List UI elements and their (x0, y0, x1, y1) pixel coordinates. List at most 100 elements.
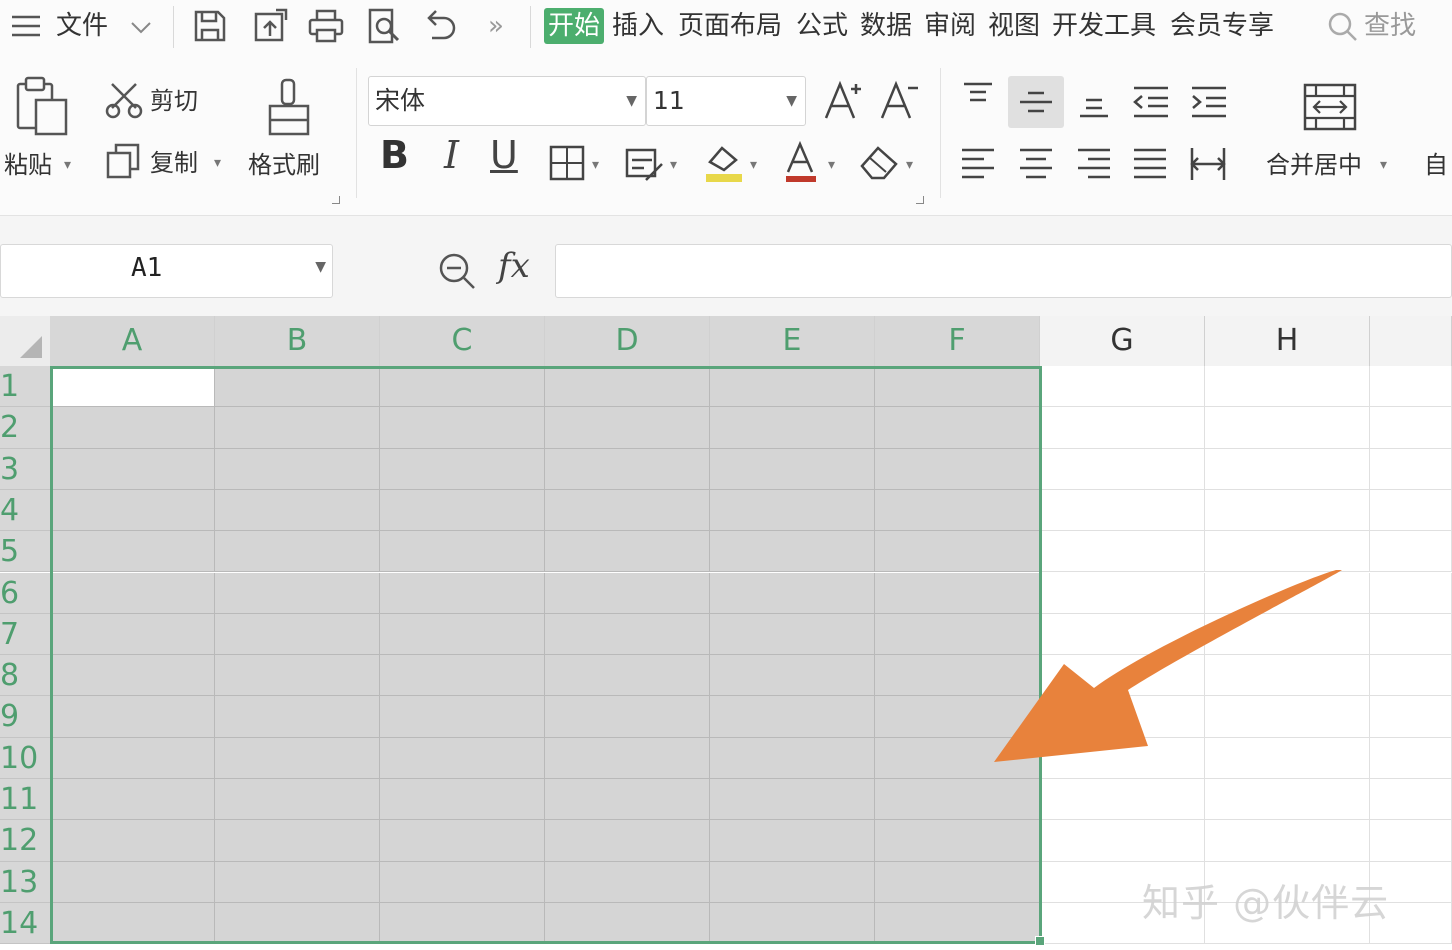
row-header-8[interactable]: 8 (0, 655, 50, 697)
cell-a13[interactable] (50, 861, 215, 903)
cell-c2[interactable] (380, 407, 545, 449)
merge-center-button[interactable]: 合并居中 (1266, 150, 1362, 180)
row-header-11[interactable]: 11 (0, 779, 50, 821)
menu-icon[interactable] (8, 8, 44, 44)
row-header-9[interactable]: 9 (0, 696, 50, 738)
cell-d5[interactable] (545, 531, 710, 573)
cell-d7[interactable] (545, 613, 710, 656)
row-header-7[interactable]: 7 (0, 613, 50, 656)
cell-a4[interactable] (50, 489, 215, 532)
column-header-a[interactable]: A (50, 316, 215, 366)
cell-b12[interactable] (215, 820, 380, 862)
cell-g11[interactable] (1040, 779, 1205, 821)
fx-icon[interactable]: fx (498, 246, 530, 286)
cell-h11[interactable] (1205, 779, 1370, 821)
cell-e2[interactable] (710, 407, 875, 449)
align-top-icon[interactable] (958, 80, 998, 110)
cell-e3[interactable] (710, 448, 875, 490)
cell-a2[interactable] (50, 407, 215, 449)
cell-f12[interactable] (875, 820, 1040, 862)
cell-f9[interactable] (875, 696, 1040, 738)
cell-b8[interactable] (215, 655, 380, 697)
cell-h7[interactable] (1205, 613, 1370, 656)
eraser-icon[interactable] (858, 142, 902, 182)
cell-c4[interactable] (380, 489, 545, 532)
cell-c10[interactable] (380, 737, 545, 779)
cell-c9[interactable] (380, 696, 545, 738)
chevron-down-icon[interactable]: ▾ (750, 150, 757, 180)
increase-font-icon[interactable] (822, 78, 866, 122)
print-preview-icon[interactable] (364, 6, 404, 46)
export-icon[interactable] (250, 6, 290, 46)
italic-button[interactable]: I (444, 136, 459, 174)
cell-c11[interactable] (380, 779, 545, 821)
cell-b9[interactable] (215, 696, 380, 738)
paste-button[interactable]: 粘贴 (4, 150, 52, 180)
font-color-icon[interactable] (782, 140, 822, 184)
chevron-down-icon[interactable] (126, 12, 156, 42)
fill-color-icon[interactable] (702, 140, 746, 184)
chevron-down-icon[interactable]: ▼ (626, 77, 637, 125)
column-header-e[interactable]: E (710, 316, 875, 366)
cell-d6[interactable] (545, 572, 710, 614)
align-bottom-icon[interactable] (1074, 90, 1114, 120)
cell-e5[interactable] (710, 531, 875, 573)
cell-b6[interactable] (215, 572, 380, 614)
row-header-1[interactable]: 1 (0, 366, 50, 408)
cell-next7[interactable] (1370, 613, 1452, 656)
cell-e14[interactable] (710, 902, 875, 945)
tab-member[interactable]: 会员专享 (1170, 8, 1274, 44)
cell-a12[interactable] (50, 820, 215, 862)
chevron-down-icon[interactable]: ▾ (828, 150, 835, 180)
dialog-launcher-icon[interactable] (332, 196, 340, 204)
cell-d11[interactable] (545, 779, 710, 821)
cell-b10[interactable] (215, 737, 380, 779)
cell-f8[interactable] (875, 655, 1040, 697)
cell-c6[interactable] (380, 572, 545, 614)
cell-a3[interactable] (50, 448, 215, 490)
cell-e10[interactable] (710, 737, 875, 779)
cell-d1[interactable] (545, 366, 710, 408)
scissors-icon[interactable] (104, 80, 144, 120)
column-header-next[interactable] (1370, 316, 1452, 366)
decrease-font-icon[interactable] (878, 78, 922, 122)
cell-b13[interactable] (215, 861, 380, 903)
cell-c3[interactable] (380, 448, 545, 490)
cell-f14[interactable] (875, 902, 1040, 945)
row-header-12[interactable]: 12 (0, 820, 50, 862)
cell-e4[interactable] (710, 489, 875, 532)
cell-g2[interactable] (1040, 407, 1205, 449)
cell-b11[interactable] (215, 779, 380, 821)
underline-button[interactable]: U (490, 136, 518, 174)
cell-h2[interactable] (1205, 407, 1370, 449)
cell-next11[interactable] (1370, 779, 1452, 821)
format-painter-icon[interactable] (264, 78, 314, 138)
cell-h9[interactable] (1205, 696, 1370, 738)
row-header-6[interactable]: 6 (0, 572, 50, 614)
cell-next5[interactable] (1370, 531, 1452, 573)
cell-a9[interactable] (50, 696, 215, 738)
cell-e6[interactable] (710, 572, 875, 614)
cell-h8[interactable] (1205, 655, 1370, 697)
cell-g4[interactable] (1040, 489, 1205, 532)
row-header-10[interactable]: 10 (0, 737, 50, 779)
format-painter-button[interactable]: 格式刷 (248, 150, 320, 180)
cell-b5[interactable] (215, 531, 380, 573)
cell-d4[interactable] (545, 489, 710, 532)
search-icon[interactable] (1326, 10, 1360, 44)
cell-b4[interactable] (215, 489, 380, 532)
row-header-3[interactable]: 3 (0, 448, 50, 490)
cell-h12[interactable] (1205, 820, 1370, 862)
tab-page-layout[interactable]: 页面布局 (678, 8, 782, 44)
fill-handle[interactable] (1035, 936, 1045, 946)
cell-next3[interactable] (1370, 448, 1452, 490)
tab-view[interactable]: 视图 (988, 8, 1040, 44)
cell-next10[interactable] (1370, 737, 1452, 779)
column-header-b[interactable]: B (215, 316, 380, 366)
cell-g9[interactable] (1040, 696, 1205, 738)
cell-a6[interactable] (50, 572, 215, 614)
cell-c14[interactable] (380, 902, 545, 945)
tab-home[interactable]: 开始 (544, 8, 605, 44)
wrap-text-button[interactable]: 自 (1424, 150, 1448, 180)
paste-icon[interactable] (12, 76, 70, 138)
